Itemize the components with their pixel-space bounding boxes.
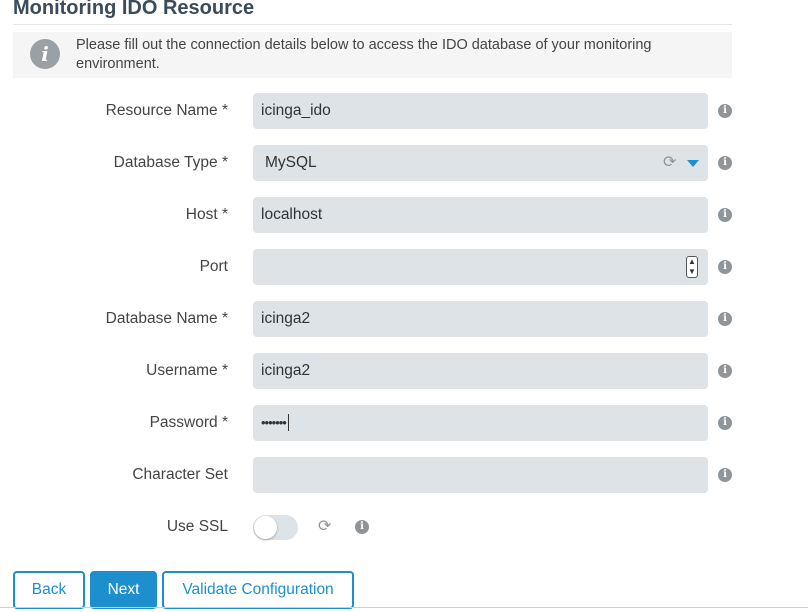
host-help-icon[interactable]: i — [718, 208, 732, 222]
next-button[interactable]: Next — [90, 571, 157, 609]
row-character-set: Character Set i — [0, 457, 808, 493]
info-text: Please fill out the connection details b… — [76, 37, 652, 72]
password-input[interactable]: ••••••• — [253, 405, 708, 441]
password-value: ••••••• — [261, 415, 287, 430]
database-name-label: Database Name * — [105, 310, 228, 327]
resource-name-help-icon[interactable]: i — [718, 104, 732, 118]
row-database-type: Database Type * MySQL ⟳ i — [0, 145, 808, 181]
toggle-knob — [254, 516, 277, 539]
refresh-icon[interactable]: ⟳ — [663, 145, 676, 181]
bottom-divider — [0, 607, 808, 608]
database-type-select[interactable]: MySQL ⟳ — [253, 145, 708, 181]
row-host: Host * localhost i — [0, 197, 808, 233]
port-stepper[interactable]: ▲ ▼ — [686, 256, 698, 278]
database-name-help-icon[interactable]: i — [718, 312, 732, 326]
row-resource-name: Resource Name * icinga_ido i — [0, 93, 808, 129]
username-value: icinga2 — [261, 362, 311, 379]
password-label: Password * — [149, 414, 228, 431]
info-icon: i — [30, 39, 60, 69]
character-set-label: Character Set — [132, 466, 228, 483]
database-name-input[interactable]: icinga2 — [253, 301, 708, 337]
resource-name-value: icinga_ido — [261, 102, 331, 119]
page-title: Monitoring IDO Resource — [13, 0, 255, 19]
use-ssl-label: Use SSL — [166, 518, 228, 535]
info-box: i Please fill out the connection details… — [13, 32, 732, 78]
resource-name-label: Resource Name * — [105, 102, 228, 119]
validate-configuration-button[interactable]: Validate Configuration — [162, 571, 354, 609]
character-set-help-icon[interactable]: i — [718, 468, 732, 482]
text-cursor — [287, 414, 289, 432]
username-help-icon[interactable]: i — [718, 364, 732, 378]
use-ssl-help-icon[interactable]: i — [355, 520, 369, 534]
username-label: Username * — [146, 362, 228, 379]
title-divider — [13, 24, 732, 25]
row-database-name: Database Name * icinga2 i — [0, 301, 808, 337]
use-ssl-toggle[interactable] — [253, 515, 298, 540]
host-label: Host * — [185, 206, 228, 223]
host-input[interactable]: localhost — [253, 197, 708, 233]
database-name-value: icinga2 — [261, 310, 311, 327]
database-type-help-icon[interactable]: i — [718, 156, 732, 170]
database-type-value: MySQL — [265, 154, 317, 171]
row-use-ssl: Use SSL ⟳ i — [0, 509, 808, 545]
chevron-down-icon[interactable] — [687, 160, 699, 167]
stepper-up-icon[interactable]: ▲ — [687, 257, 697, 267]
character-set-input[interactable] — [253, 457, 708, 493]
row-port: Port ▲ ▼ i — [0, 249, 808, 285]
host-value: localhost — [261, 206, 323, 223]
username-input[interactable]: icinga2 — [253, 353, 708, 389]
port-label: Port — [199, 258, 228, 275]
port-input[interactable]: ▲ ▼ — [253, 249, 708, 285]
stepper-down-icon[interactable]: ▼ — [687, 267, 697, 277]
password-help-icon[interactable]: i — [718, 416, 732, 430]
back-button[interactable]: Back — [13, 571, 85, 609]
refresh-icon[interactable]: ⟳ — [318, 509, 331, 545]
row-username: Username * icinga2 i — [0, 353, 808, 389]
row-password: Password * ••••••• i — [0, 405, 808, 441]
port-help-icon[interactable]: i — [718, 260, 732, 274]
resource-name-input[interactable]: icinga_ido — [253, 93, 708, 129]
database-type-label: Database Type * — [113, 154, 228, 171]
